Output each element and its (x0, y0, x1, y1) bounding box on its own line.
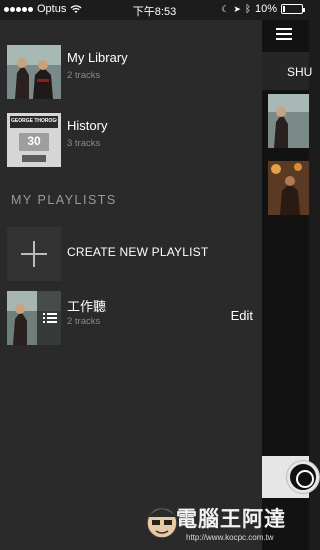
album-cover-text: GEORGE THOROGOOD (11, 118, 57, 124)
track-artwork[interactable] (268, 94, 309, 148)
my-playlists-heading: MY PLAYLISTS (11, 193, 117, 207)
create-playlist-label: CREATE NEW PLAYLIST (67, 245, 209, 259)
moon-icon: ☾ (221, 3, 230, 14)
watermark-text: 電腦王阿達 (176, 508, 286, 531)
playlist-title: 工作聽 (67, 299, 107, 314)
history-row[interactable]: GEORGE THOROGOOD 30 History 3 tracks (0, 106, 262, 172)
play-button-icon[interactable] (287, 461, 319, 493)
watermark: 電腦王阿達 http://www.kocpc.com.tw (140, 495, 309, 550)
track-artwork[interactable] (268, 161, 309, 215)
status-bar: Optus 下午8:53 ☾ ➤ ᛒ 10% (0, 0, 309, 20)
history-title: History (67, 118, 108, 133)
library-title: My Library (67, 50, 128, 65)
playlist-row[interactable]: 工作聽 2 tracks Edit (0, 284, 262, 350)
create-playlist-row[interactable]: CREATE NEW PLAYLIST (0, 224, 262, 284)
watermark-url: http://www.kocpc.com.tw (186, 533, 274, 542)
mini-player[interactable] (262, 456, 319, 498)
status-right: ☾ ➤ ᛒ 10% (221, 3, 305, 15)
plus-icon (7, 227, 61, 281)
bluetooth-icon: ᛒ (244, 3, 251, 15)
library-artwork (7, 45, 61, 99)
history-artwork: GEORGE THOROGOOD 30 (7, 113, 61, 167)
library-track-count: 2 tracks (67, 70, 101, 81)
navigation-drawer: My Library 2 tracks GEORGE THOROGOOD 30 … (0, 20, 262, 550)
playlist-track-count: 2 tracks (67, 316, 101, 327)
hamburger-menu-icon[interactable] (276, 28, 292, 40)
battery-percent: 10% (254, 3, 277, 15)
battery-icon (281, 4, 305, 14)
shuffle-button[interactable]: SHU (262, 52, 313, 90)
playlist-edit-button[interactable]: Edit (231, 308, 253, 323)
playlist-artwork (7, 291, 61, 345)
shuffle-label: SHU (287, 65, 313, 79)
album-cover-number: 30 (27, 134, 41, 148)
location-arrow-icon: ➤ (233, 3, 241, 14)
list-icon (43, 313, 57, 323)
history-track-count: 3 tracks (67, 138, 101, 149)
my-library-row[interactable]: My Library 2 tracks (0, 38, 262, 104)
main-panel: SHU (262, 20, 319, 550)
